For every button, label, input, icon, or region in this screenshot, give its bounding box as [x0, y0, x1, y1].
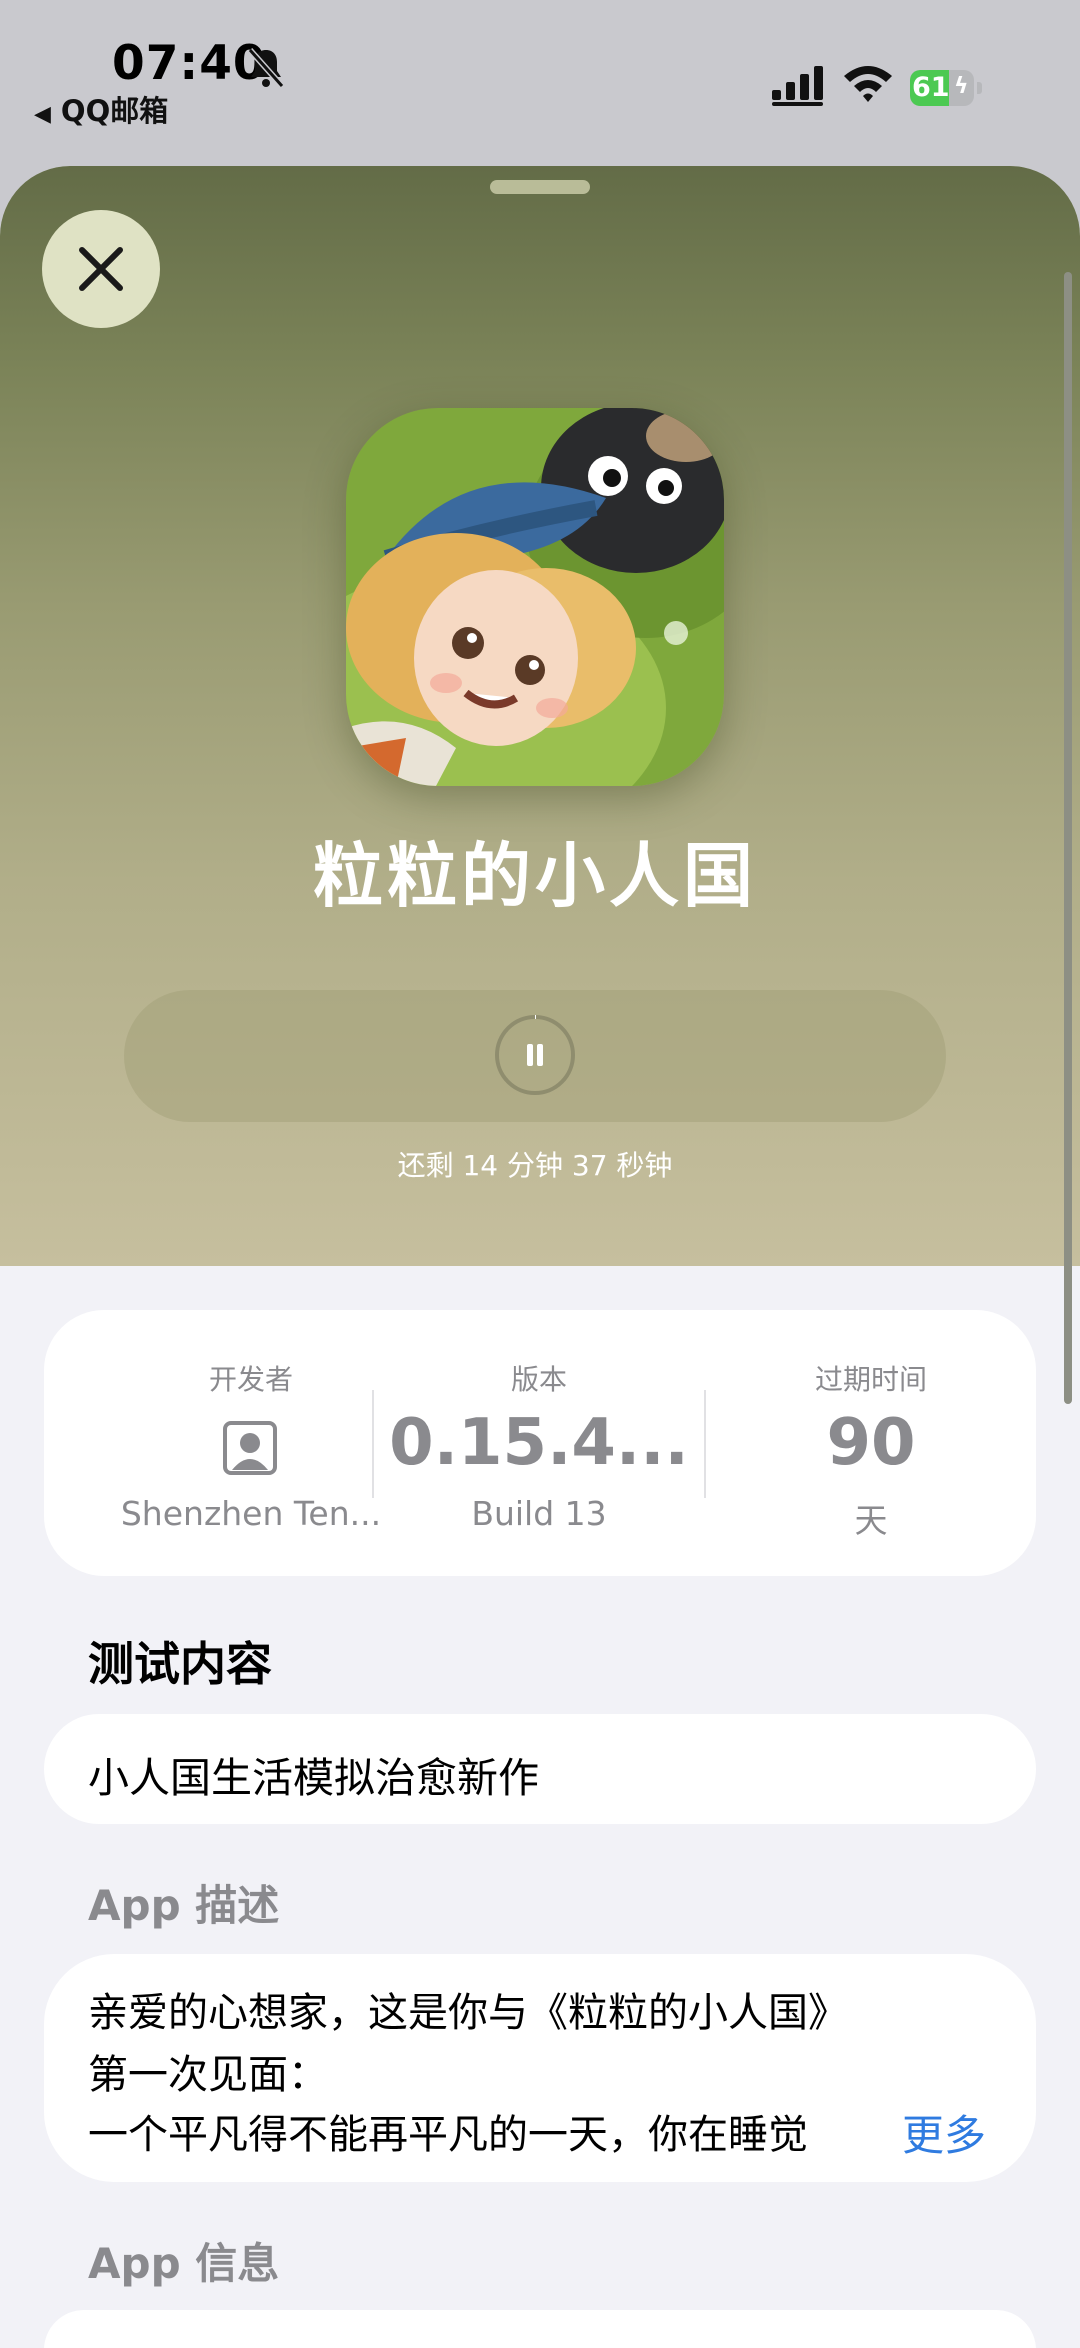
- test-content-text: 小人国生活模拟治愈新作: [88, 1754, 539, 1802]
- expiry-unit: 天: [854, 1501, 888, 1540]
- pause-icon[interactable]: [492, 1012, 578, 1098]
- expiry-label: 过期时间: [814, 1363, 927, 1396]
- battery-level: 61: [912, 72, 950, 103]
- developer-label: 开发者: [208, 1363, 293, 1396]
- battery-icon: 61 ϟ: [910, 70, 984, 106]
- description-line: 亲爱的心想家，这是你与《粒粒的小人国》: [88, 1990, 848, 2036]
- version-label: 版本: [510, 1363, 567, 1396]
- version-value: 0.15.4...: [389, 1406, 689, 1480]
- more-link[interactable]: 更多: [902, 2102, 986, 2163]
- app-description-card: 亲爱的心想家，这是你与《粒粒的小人国》 第一次见面： 一个平凡得不能再平凡的一天…: [44, 1954, 1036, 2182]
- back-triangle-icon: ◀: [34, 102, 51, 127]
- info-card: 开发者 Shenzhen Ten... 版本 0.15.4... Build 1…: [44, 1310, 1036, 1576]
- app-name: 粒粒的小人国: [313, 835, 757, 917]
- person-icon: [223, 1421, 277, 1475]
- close-icon: [79, 247, 123, 291]
- status-time: 07:40: [112, 36, 267, 91]
- test-content-title: 测试内容: [88, 1637, 272, 1691]
- description-line: 第一次见面：: [88, 2052, 328, 2098]
- build-number: Build 13: [471, 1494, 607, 1533]
- app-info-title: App 信息: [88, 2239, 280, 2288]
- back-to-app-link[interactable]: ◀ QQ邮箱: [34, 88, 168, 130]
- scroll-indicator[interactable]: [1064, 272, 1072, 1404]
- description-line: 一个平凡得不能再平凡的一天，你在睡觉: [88, 2112, 808, 2158]
- close-button[interactable]: [42, 210, 160, 328]
- test-content-card: 小人国生活模拟治愈新作: [44, 1714, 1036, 1824]
- signal-icon: [772, 66, 823, 106]
- wifi-icon: [844, 66, 892, 102]
- expiry-column: 过期时间 90 天: [706, 1310, 1036, 1576]
- app-detail-sheet: 粒粒的小人国 还剩 14 分钟 37 秒钟 开发者 Shenzhen Ten..…: [0, 166, 1080, 2348]
- developer-column[interactable]: 开发者 Shenzhen Ten...: [86, 1310, 416, 1576]
- app-info-card: [44, 2310, 1036, 2348]
- app-icon: [346, 408, 724, 786]
- remaining-time: 还剩 14 分钟 37 秒钟: [397, 1149, 673, 1182]
- developer-name: Shenzhen Ten...: [120, 1494, 382, 1533]
- status-bar: 07:40 ◀ QQ邮箱 61 ϟ: [0, 0, 1080, 150]
- sheet-grabber[interactable]: [490, 180, 590, 194]
- version-column: 版本 0.15.4... Build 13: [374, 1310, 704, 1576]
- bell-slash-icon: [247, 48, 285, 88]
- hero-header: 粒粒的小人国 还剩 14 分钟 37 秒钟: [0, 166, 1080, 1266]
- back-app-label: QQ邮箱: [60, 94, 169, 128]
- expiry-value: 90: [826, 1406, 916, 1480]
- app-description-title: App 描述: [88, 1881, 280, 1930]
